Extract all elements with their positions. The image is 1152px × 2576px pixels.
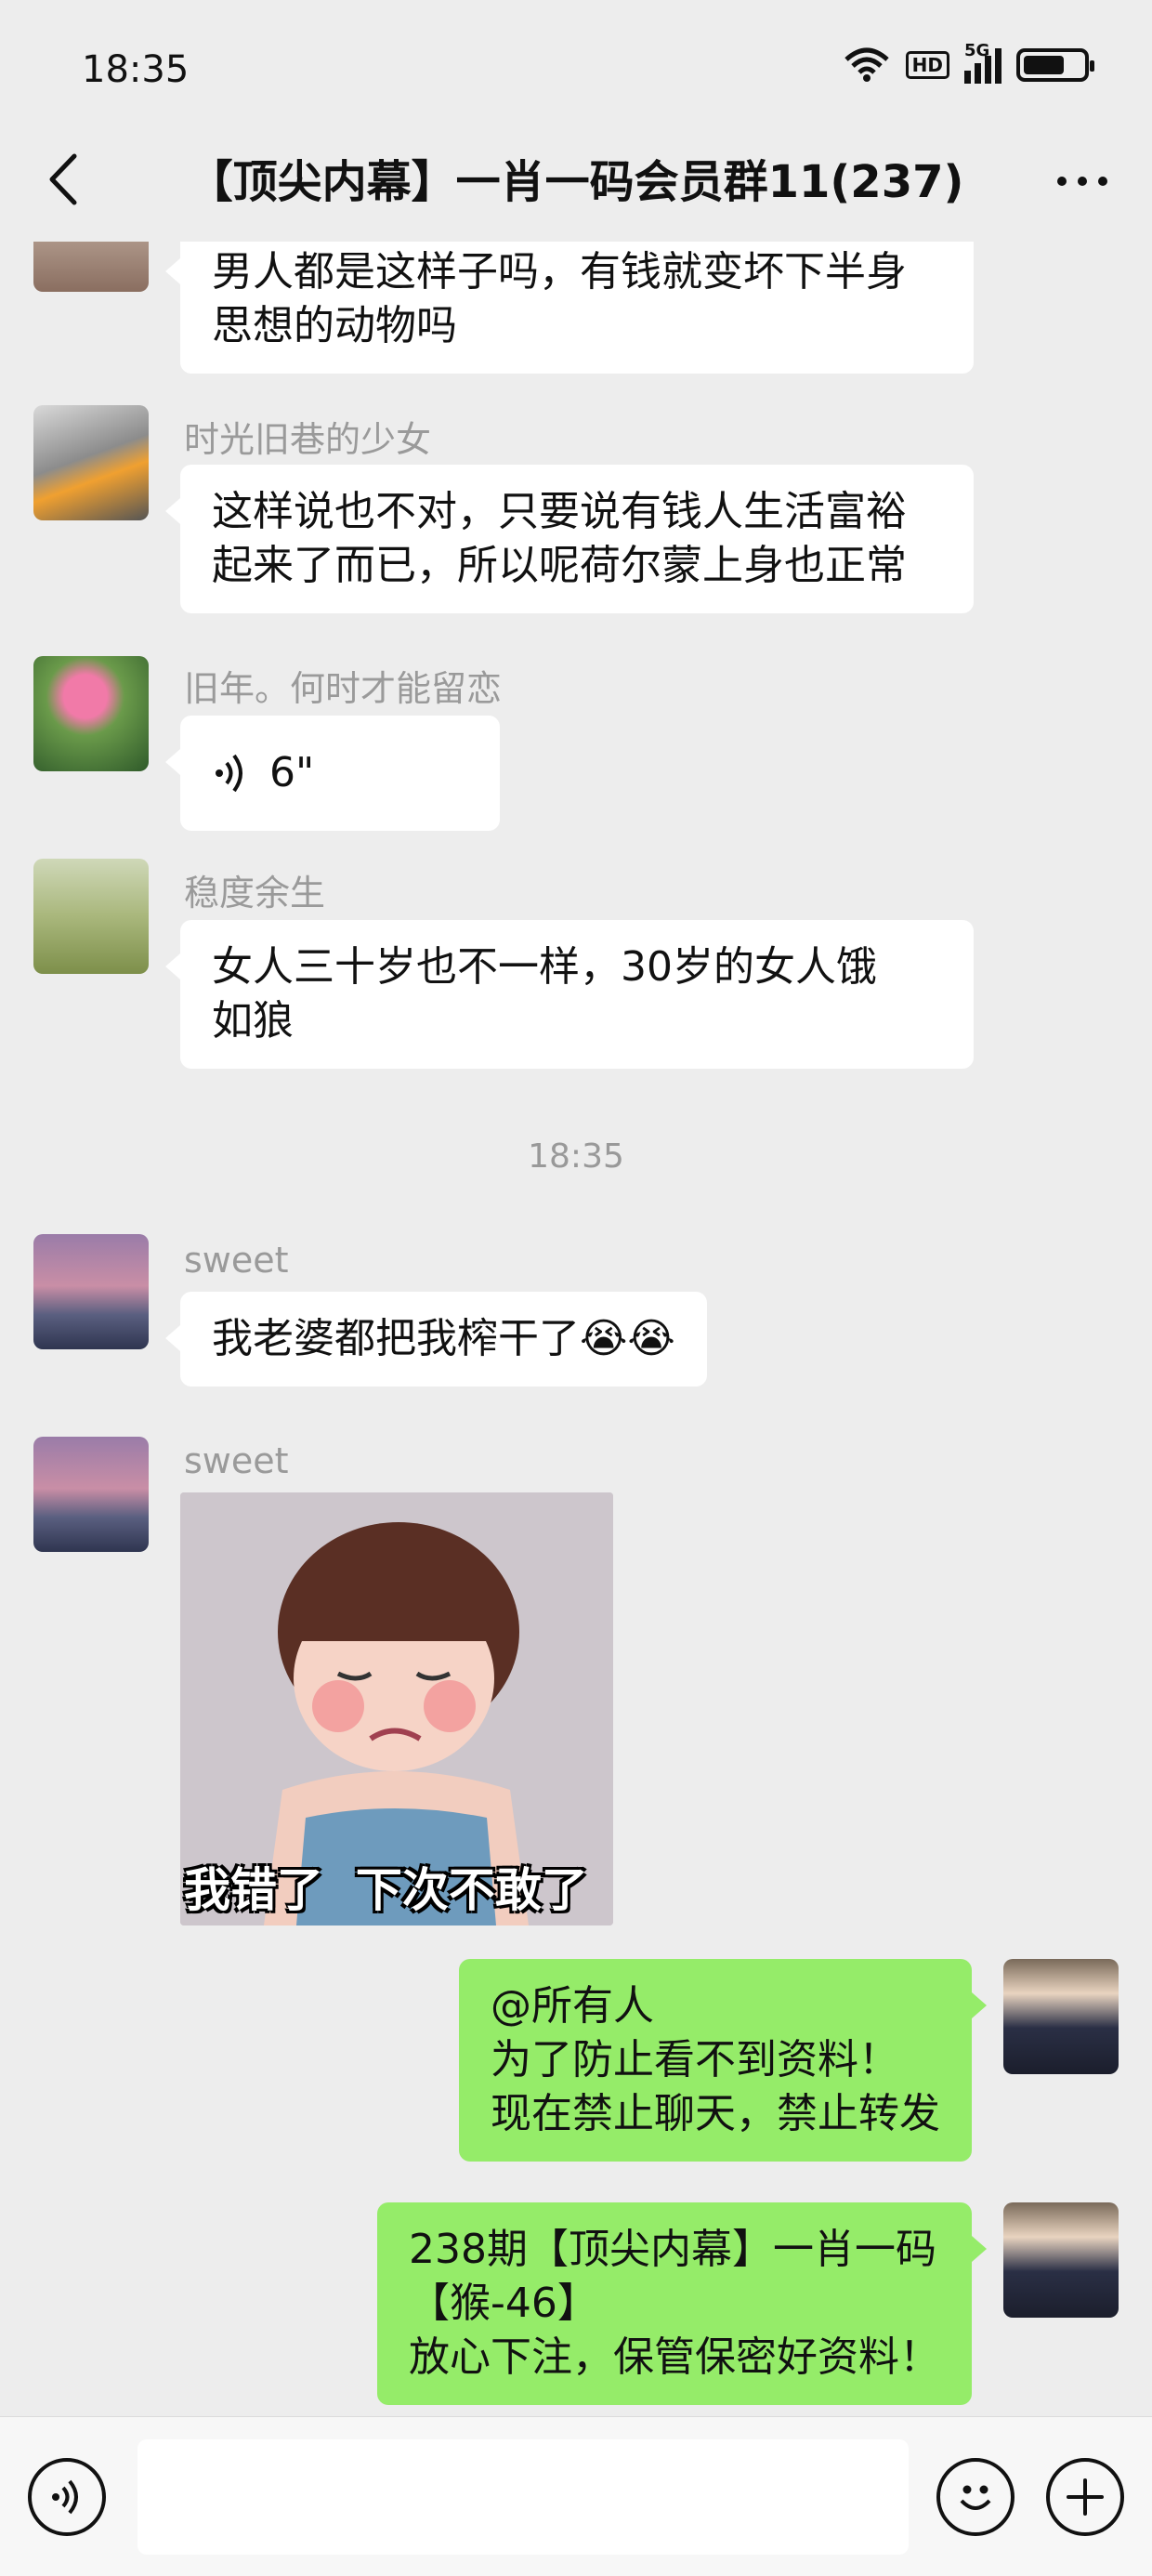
battery-fill xyxy=(1024,56,1064,74)
sender-name: sweet xyxy=(184,1240,289,1281)
page-title: 【顶尖内幕】一肖一码会员群11(237) xyxy=(188,156,964,208)
sender-name: 稳度余生 xyxy=(184,873,326,913)
input-bar xyxy=(0,2416,1152,2576)
avatar[interactable] xyxy=(33,405,149,520)
voice-wave-icon xyxy=(216,754,242,793)
sender-name: 旧年。何时才能留恋 xyxy=(184,668,503,709)
voice-input-icon xyxy=(52,2479,78,2515)
sticker-caption: 我错了 下次不敢了 xyxy=(184,1863,588,1917)
timestamp: 18:35 xyxy=(528,1137,624,1176)
back-button[interactable] xyxy=(37,147,93,212)
message-bubble[interactable]: 我老婆都把我榨干了😭😭 xyxy=(165,1292,707,1387)
message-bubble[interactable]: 这样说也不对，只要说有钱人生活富裕 起来了而已，所以呢荷尔蒙上身也正常 xyxy=(165,465,974,613)
wifi-icon xyxy=(844,47,889,82)
hd-badge: HD xyxy=(905,51,949,79)
my-message-bubble[interactable]: 238期【顶尖内幕】一肖一码 【猴-46】 放心下注，保管保密好资料！ xyxy=(377,2202,987,2405)
sender-name: 时光旧巷的少女 xyxy=(184,419,432,460)
avatar[interactable] xyxy=(33,242,149,292)
my-avatar[interactable] xyxy=(1003,2202,1119,2318)
chat-header: 【顶尖内幕】一肖一码会员群11(237) xyxy=(0,121,1152,242)
voice-duration: 6" xyxy=(269,749,315,796)
avatar[interactable] xyxy=(33,1234,149,1349)
avatar[interactable] xyxy=(33,656,149,771)
network-type-label: 5G xyxy=(964,41,990,60)
back-icon xyxy=(49,153,77,205)
status-time: 18:35 xyxy=(82,48,190,91)
message-bubble[interactable]: 男人都是这样子吗，有钱就变坏下半身 思想的动物吗 xyxy=(165,242,974,374)
emoji-icon xyxy=(960,2485,991,2510)
add-icon xyxy=(1067,2478,1104,2516)
message-input[interactable] xyxy=(137,2439,909,2555)
status-icons: HD 5G xyxy=(843,41,1094,84)
sender-name: sweet xyxy=(184,1440,289,1481)
more-icon xyxy=(1057,177,1067,186)
my-message-bubble[interactable]: @所有人 为了防止看不到资料！ 现在禁止聊天，禁止转发 xyxy=(459,1959,987,2162)
avatar[interactable] xyxy=(33,859,149,974)
battery-icon xyxy=(1016,48,1094,82)
status-bar: 18:35 HD 5G xyxy=(0,0,1152,139)
voice-input-button[interactable] xyxy=(28,2458,106,2536)
sticker-image[interactable]: 我错了 下次不敢了 xyxy=(180,1492,613,1925)
message-bubble[interactable]: 女人三十岁也不一样，30岁的女人饿 如狼 xyxy=(165,920,974,1069)
avatar[interactable] xyxy=(33,1437,149,1552)
signal-icon: 5G xyxy=(964,41,1001,84)
add-button[interactable] xyxy=(1046,2458,1124,2536)
chat-area[interactable]: 男人都是这样子吗，有钱就变坏下半身 思想的动物吗 时光旧巷的少女 这样说也不对，… xyxy=(0,242,1152,2416)
my-avatar[interactable] xyxy=(1003,1959,1119,2074)
more-button[interactable] xyxy=(1050,149,1115,214)
voice-message[interactable]: 6" xyxy=(165,716,500,831)
emoji-button[interactable] xyxy=(936,2458,1015,2536)
